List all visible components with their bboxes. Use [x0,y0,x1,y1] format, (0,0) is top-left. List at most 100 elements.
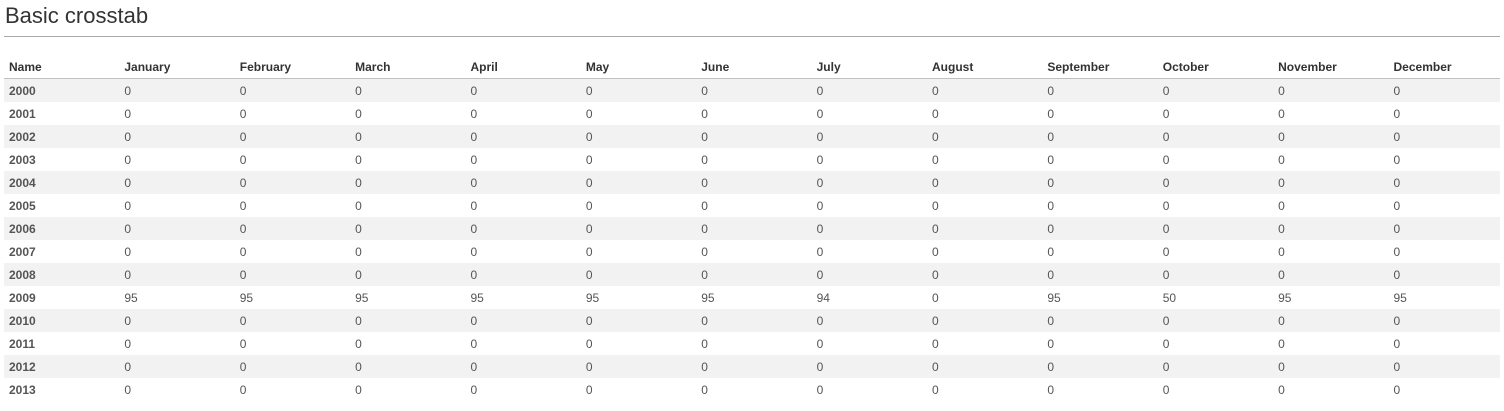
row-name-cell: 2012 [4,355,120,378]
value-cell: 0 [580,355,697,378]
value-cell: 0 [350,332,466,355]
column-header-september: September [1042,56,1158,79]
table-row: 2002 0 0 0 0 0 0 0 0 0 0 0 0 [4,125,1500,148]
value-cell: 0 [696,355,812,378]
value-cell: 0 [234,309,351,332]
value-cell: 0 [465,240,581,263]
value-cell: 0 [234,78,351,102]
value-cell: 0 [927,194,1043,217]
table-row: 2011 0 0 0 0 0 0 0 0 0 0 0 0 [4,332,1500,355]
value-cell: 0 [1157,355,1274,378]
value-cell: 0 [1157,171,1274,194]
column-header-june: June [696,56,812,79]
value-cell: 0 [696,194,812,217]
value-cell: 0 [1273,217,1389,240]
value-cell: 0 [234,332,351,355]
value-cell: 0 [811,240,927,263]
value-cell: 0 [1042,102,1158,125]
value-cell: 0 [1157,217,1274,240]
value-cell: 0 [234,263,351,286]
value-cell: 0 [1388,309,1500,332]
value-cell: 0 [1273,171,1389,194]
value-cell: 0 [234,194,351,217]
page-title: Basic crosstab [5,3,149,28]
crosstab-table: Name January February March April May June July… [4,56,1500,401]
table-row: 2007 0 0 0 0 0 0 0 0 0 0 0 0 [4,240,1500,263]
value-cell: 0 [234,171,351,194]
value-cell: 0 [927,263,1043,286]
value-cell: 0 [811,355,927,378]
value-cell: 0 [465,378,581,401]
table-header: Name January February March April May June July… [4,56,1500,79]
value-cell: 0 [696,217,812,240]
row-name-cell: 2011 [4,332,120,355]
value-cell: 0 [1042,78,1158,102]
value-cell: 95 [580,286,697,309]
value-cell: 0 [119,102,235,125]
value-cell: 0 [1157,194,1274,217]
value-cell: 0 [1388,148,1500,171]
value-cell: 0 [1388,263,1500,286]
column-header-january: January [119,56,235,79]
row-name-cell: 2006 [4,217,120,240]
value-cell: 0 [927,102,1043,125]
value-cell: 95 [1042,286,1158,309]
value-cell: 0 [811,102,927,125]
value-cell: 0 [1273,263,1389,286]
table-row: 2012 0 0 0 0 0 0 0 0 0 0 0 0 [4,355,1500,378]
value-cell: 0 [1273,332,1389,355]
table-row: 2003 0 0 0 0 0 0 0 0 0 0 0 0 [4,148,1500,171]
value-cell: 0 [927,332,1043,355]
value-cell: 0 [927,148,1043,171]
value-cell: 0 [927,286,1043,309]
value-cell: 0 [1273,78,1389,102]
value-cell: 0 [1157,332,1274,355]
value-cell: 0 [350,355,466,378]
value-cell: 95 [696,286,812,309]
row-name-cell: 2010 [4,309,120,332]
value-cell: 0 [350,78,466,102]
row-name-cell: 2004 [4,171,120,194]
row-name-cell: 2005 [4,194,120,217]
header-row: Name January February March April May June July… [4,56,1500,79]
value-cell: 0 [1388,217,1500,240]
value-cell: 0 [350,194,466,217]
value-cell: 0 [1042,332,1158,355]
row-name-cell: 2009 [4,286,120,309]
value-cell: 0 [350,263,466,286]
value-cell: 0 [119,309,235,332]
value-cell: 0 [1042,263,1158,286]
value-cell: 0 [350,217,466,240]
value-cell: 0 [350,125,466,148]
value-cell: 0 [350,102,466,125]
value-cell: 0 [119,148,235,171]
value-cell: 0 [1042,125,1158,148]
value-cell: 95 [1388,286,1500,309]
column-header-may: May [580,56,697,79]
column-header-december: December [1388,56,1500,79]
value-cell: 0 [1273,378,1389,401]
value-cell: 0 [1157,240,1274,263]
value-cell: 0 [1042,171,1158,194]
row-name-cell: 2007 [4,240,120,263]
value-cell: 0 [927,78,1043,102]
value-cell: 0 [1157,102,1274,125]
value-cell: 0 [811,171,927,194]
value-cell: 0 [1388,355,1500,378]
value-cell: 0 [811,194,927,217]
value-cell: 0 [119,355,235,378]
value-cell: 0 [465,194,581,217]
value-cell: 0 [811,148,927,171]
row-name-cell: 2013 [4,378,120,401]
value-cell: 0 [580,263,697,286]
value-cell: 0 [350,171,466,194]
value-cell: 0 [1042,240,1158,263]
value-cell: 0 [580,332,697,355]
value-cell: 0 [1157,78,1274,102]
value-cell: 50 [1157,286,1274,309]
value-cell: 0 [1042,309,1158,332]
value-cell: 0 [580,240,697,263]
value-cell: 0 [1157,263,1274,286]
value-cell: 0 [1042,194,1158,217]
value-cell: 95 [1273,286,1389,309]
